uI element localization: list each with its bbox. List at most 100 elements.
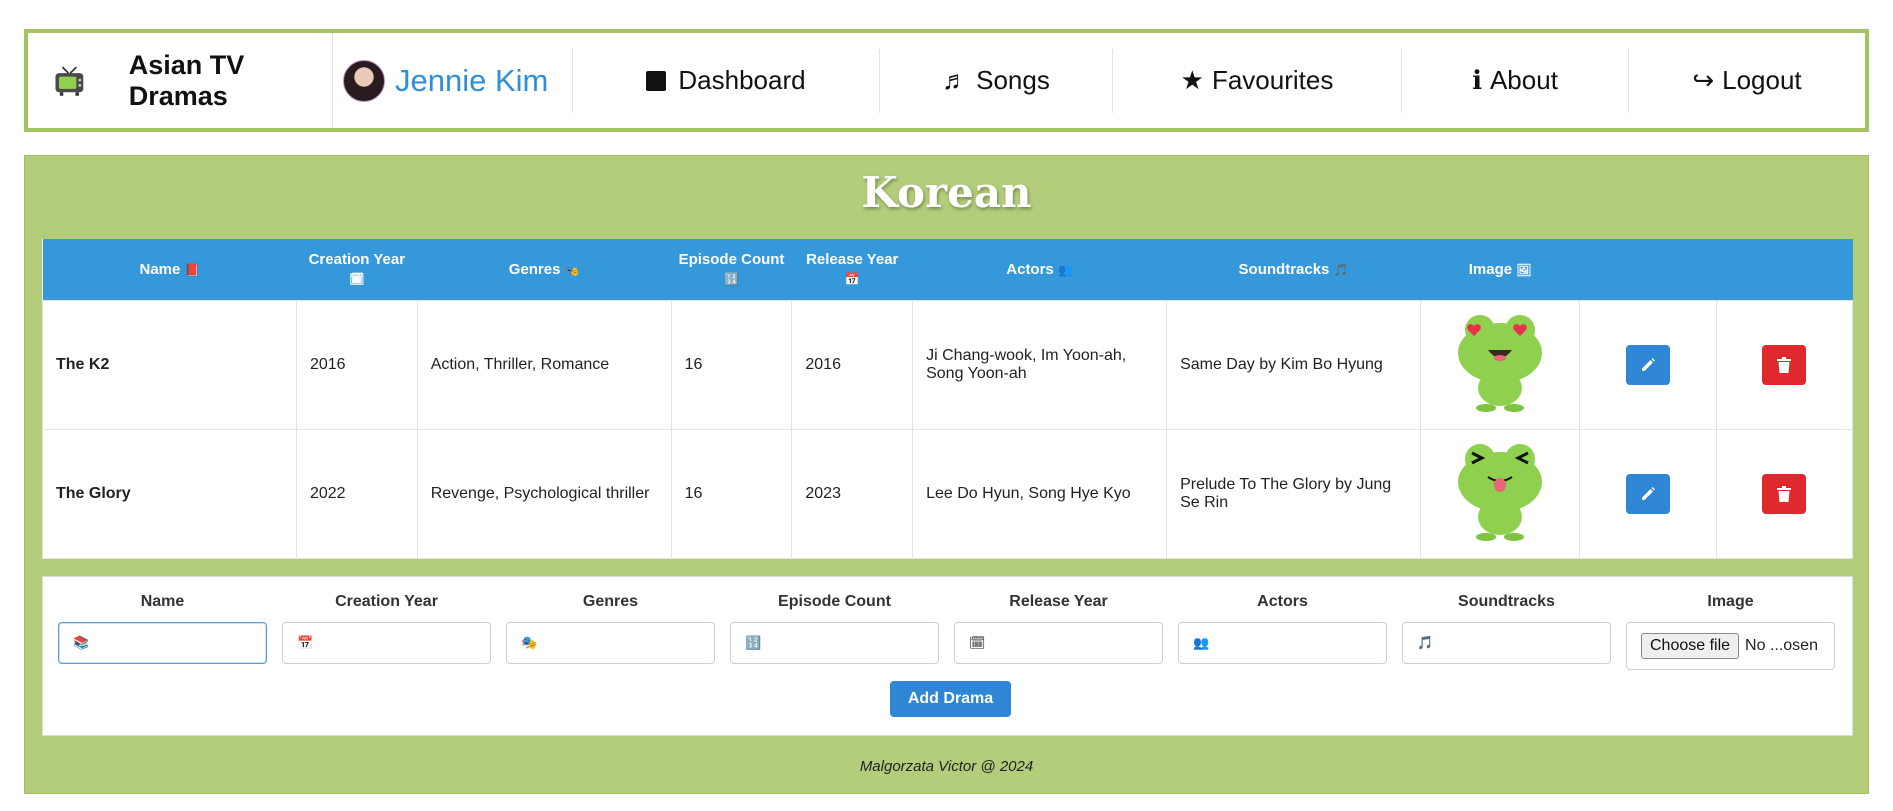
header-soundtracks: Soundtracks 🎵: [1166, 239, 1421, 301]
delete-button[interactable]: [1762, 345, 1807, 385]
cell-episode-count: 16: [670, 300, 793, 430]
header-edit: [1579, 239, 1717, 301]
numbers-icon: 🔢: [724, 272, 739, 286]
cell-creation-year: 2016: [295, 300, 418, 430]
user-profile[interactable]: Jennie Kim: [333, 33, 548, 128]
info-icon: ℹ: [1472, 65, 1482, 95]
field-creation-year: Creation Year 📅: [282, 593, 491, 664]
star-icon: ★: [1180, 65, 1204, 95]
trash-icon: [1777, 486, 1792, 502]
brand[interactable]: Asian TV Dramas: [28, 33, 333, 128]
masks-icon: 🎭: [564, 262, 580, 277]
field-label: Genres: [582, 593, 639, 610]
cell-image: [1420, 429, 1581, 559]
tv-icon: [55, 65, 84, 96]
music-note-icon: ♬: [942, 65, 969, 95]
people-icon: 👥: [1057, 262, 1073, 277]
calendar-icon: 🗓: [349, 272, 365, 286]
books-icon: 📚: [73, 635, 90, 650]
nav-about[interactable]: ℹ About: [1401, 48, 1628, 113]
release-year-input[interactable]: 🗓: [954, 622, 1163, 664]
logout-icon: ↪: [1692, 65, 1715, 95]
people-icon: 👥: [1193, 635, 1210, 650]
pencil-icon: [1641, 358, 1655, 371]
episode-count-input[interactable]: 🔢: [730, 622, 939, 664]
music-note-icon: 🎵: [1333, 262, 1349, 277]
cell-delete: [1715, 300, 1854, 430]
image-file-input: Choose file No ...osen: [1626, 622, 1835, 670]
cell-soundtracks: Prelude To The Glory by Jung Se Rin: [1166, 429, 1422, 559]
dashboard-icon: [646, 70, 667, 91]
cell-episode-count: 16: [670, 429, 793, 559]
field-release-year: Release Year 🗓: [954, 593, 1163, 664]
drama-table: Name 📕 Creation Year 🗓 Genres 🎭 Episode C…: [42, 239, 1854, 559]
cell-release-year: 2016: [791, 300, 914, 430]
avatar: [343, 59, 385, 102]
calendar-icon: 📅: [297, 635, 314, 650]
calendar-icon: 📅: [844, 272, 860, 286]
frog-tongue-image: [1458, 443, 1543, 541]
delete-button[interactable]: [1762, 474, 1807, 514]
table-row: The K2 2016 Action, Thriller, Romance 16…: [42, 300, 1854, 430]
header-genres: Genres 🎭: [417, 239, 672, 301]
header-episode-count: Episode Count 🔢: [671, 239, 792, 301]
cell-name: The K2: [42, 300, 297, 430]
field-label: Actors: [1257, 593, 1308, 610]
nav-dashboard[interactable]: Dashboard: [572, 48, 879, 113]
nav-logout-label: Logout: [1722, 65, 1802, 95]
cell-edit: [1579, 429, 1717, 559]
table-header-row: Name 📕 Creation Year 🗓 Genres 🎭 Episode C…: [42, 239, 1853, 301]
nav-about-label: About: [1489, 65, 1558, 95]
user-name: Jennie Kim: [395, 62, 549, 98]
nav-favourites[interactable]: ★ Favourites: [1112, 48, 1401, 113]
cell-soundtracks: Same Day by Kim Bo Hyung: [1166, 300, 1422, 430]
panel-title: Korean: [861, 168, 1032, 217]
masks-icon: 🎭: [521, 635, 538, 650]
cell-actors: Ji Chang-wook, Im Yoon-ah, Song Yoon-ah: [912, 300, 1168, 430]
drama-panel: Korean Name 📕 Creation Year 🗓 Genres 🎭 Ep…: [24, 155, 1869, 794]
header-delete: [1716, 239, 1853, 301]
field-label: Soundtracks: [1458, 593, 1555, 610]
cell-release-year: 2023: [791, 429, 914, 559]
field-image: Image Choose file No ...osen: [1626, 593, 1835, 670]
header-actors: Actors 👥: [912, 239, 1167, 301]
cell-actors: Lee Do Hyun, Song Hye Kyo: [912, 429, 1168, 559]
genres-input[interactable]: 🎭: [506, 622, 715, 664]
book-icon: 📕: [184, 262, 200, 277]
cell-creation-year: 2022: [295, 429, 418, 559]
top-navbar: Asian TV Dramas Jennie Kim Dashboard ♬ S…: [24, 29, 1869, 132]
actors-input[interactable]: 👥: [1178, 622, 1387, 664]
field-actors: Actors 👥: [1178, 593, 1387, 664]
app-title: Asian TV Dramas: [128, 49, 245, 111]
cell-edit: [1579, 300, 1717, 430]
soundtracks-input[interactable]: 🎵: [1402, 622, 1611, 664]
field-label: Episode Count: [778, 593, 891, 610]
header-name: Name 📕: [42, 239, 297, 301]
nav-favourites-label: Favourites: [1211, 65, 1334, 95]
trash-icon: [1777, 357, 1792, 373]
cell-genres: Revenge, Psychological thriller: [416, 429, 672, 559]
creation-year-input[interactable]: 📅: [282, 622, 491, 664]
file-status: No ...osen: [1745, 637, 1818, 654]
field-label: Creation Year: [335, 593, 438, 610]
table-row: The Glory 2022 Revenge, Psychological th…: [42, 429, 1854, 559]
header-creation-year: Creation Year 🗓: [296, 239, 418, 301]
add-drama-form: Name 📚 Creation Year 📅 Genres 🎭 Episode …: [42, 576, 1853, 736]
field-name: Name 📚: [58, 593, 267, 664]
nav-dashboard-label: Dashboard: [678, 65, 806, 95]
field-soundtracks: Soundtracks 🎵: [1402, 593, 1611, 664]
field-label: Name: [140, 593, 185, 610]
edit-button[interactable]: [1625, 474, 1670, 514]
cell-image: [1420, 300, 1581, 430]
add-drama-button[interactable]: Add Drama: [890, 681, 1011, 717]
choose-file-button[interactable]: Choose file: [1641, 633, 1740, 659]
field-label: Release Year: [1009, 593, 1108, 610]
nav-logout[interactable]: ↪ Logout: [1628, 48, 1865, 113]
edit-button[interactable]: [1625, 345, 1670, 385]
nav-songs[interactable]: ♬ Songs: [879, 48, 1112, 113]
name-input[interactable]: 📚: [58, 622, 267, 664]
field-label: Image: [1707, 593, 1754, 610]
music-note-icon: 🎵: [1417, 635, 1434, 650]
calendar-icon: 🗓: [969, 635, 986, 650]
footer-credit: Malgorzata Victor @ 2024: [859, 758, 1034, 775]
